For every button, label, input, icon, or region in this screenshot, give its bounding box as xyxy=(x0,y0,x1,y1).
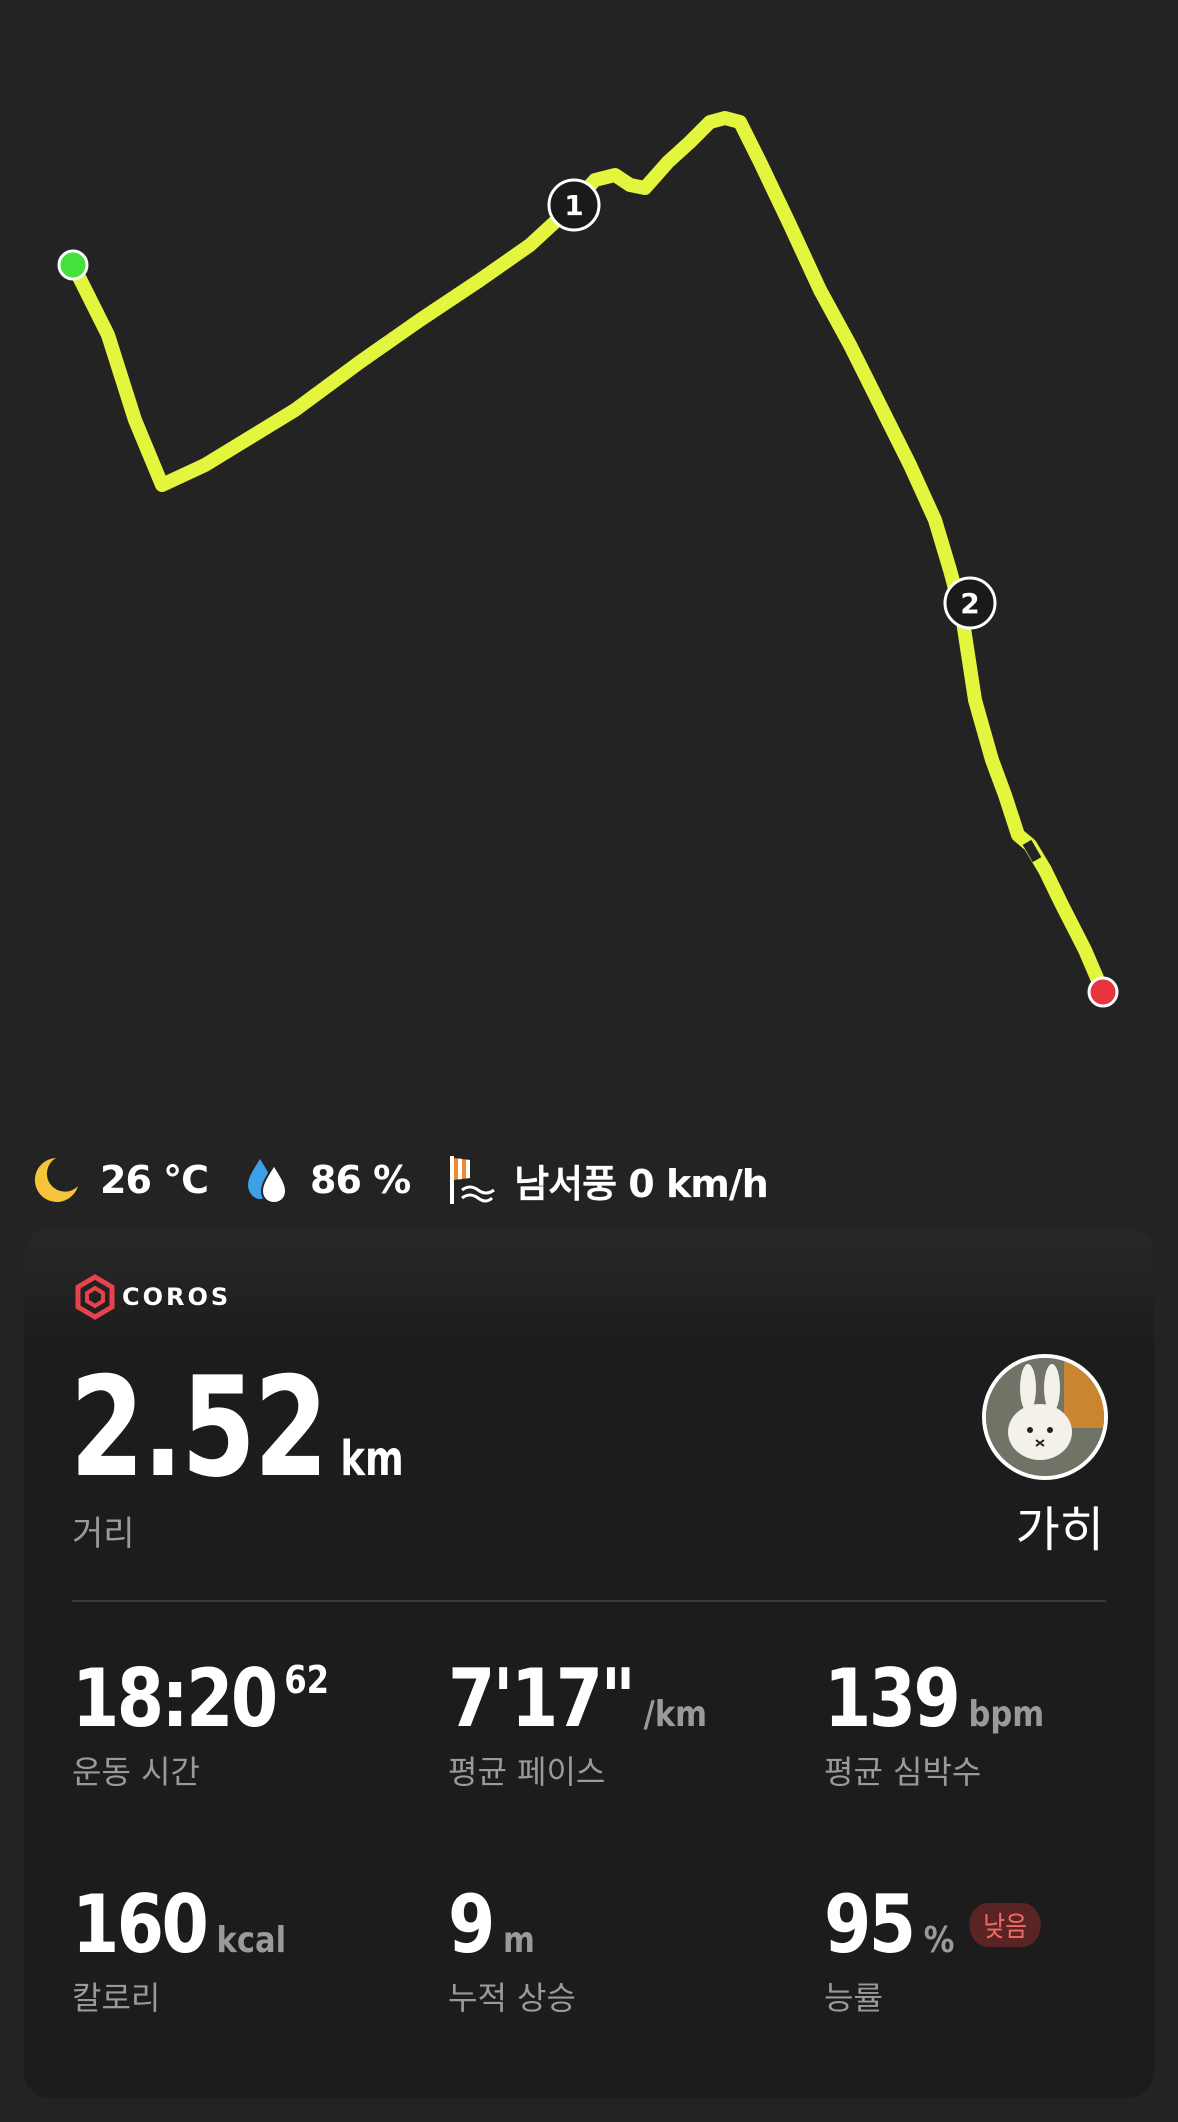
coros-hexagon-icon xyxy=(75,1274,115,1320)
stat-value-row: 139 bpm xyxy=(824,1652,1044,1745)
status-badge: 낮음 xyxy=(969,1902,1041,1947)
distance-unit: km xyxy=(340,1431,404,1487)
stat-workout-time: 18:20 62 운동 시간 xyxy=(72,1652,375,1793)
stat-avg-heart-rate: 139 bpm 평균 심박수 xyxy=(824,1652,1083,1793)
divider xyxy=(72,1600,1106,1602)
lap-marker-2-label: 2 xyxy=(960,587,979,620)
distance-value: 2.52 xyxy=(70,1347,328,1508)
stat-value-row: 7'17" /km xyxy=(448,1652,707,1745)
water-drop-icon xyxy=(246,1155,292,1205)
wind-value: 남서풍 0 km/h xyxy=(514,1161,769,1206)
end-marker[interactable] xyxy=(1087,976,1119,1008)
stat-efficiency: 95 % 낮음 능률 xyxy=(824,1878,1079,2019)
moon-icon xyxy=(26,1152,82,1208)
start-marker[interactable] xyxy=(57,249,89,281)
stat-sup: 62 xyxy=(284,1658,330,1702)
stat-label: 평균 페이스 xyxy=(448,1753,606,1791)
coros-logo-text: COROS xyxy=(122,1283,232,1311)
lap-marker-2[interactable]: 2 xyxy=(943,576,997,630)
stat-label: 운동 시간 xyxy=(72,1753,200,1791)
stat-avg-pace: 7'17" /km 평균 페이스 xyxy=(448,1652,753,1793)
route-map[interactable]: 1 2 xyxy=(0,0,1178,1120)
temperature-value: 26 °C xyxy=(100,1158,209,1202)
temperature-group: 26 °C xyxy=(26,1152,209,1208)
workout-summary-card: COROS 2.52 km 거리 가히 18:20 62 운동 시간 7'17"… xyxy=(24,1228,1154,2098)
stat-value: 7'17" xyxy=(448,1652,636,1745)
stat-value-row: 9 m xyxy=(448,1878,557,1971)
stat-value: 18:20 xyxy=(72,1652,278,1745)
stat-calories: 160 kcal 칼로리 xyxy=(72,1878,324,2019)
stat-label: 능률 xyxy=(824,1979,883,2017)
user-name: 가히 xyxy=(1015,1502,1104,1558)
stat-value: 160 xyxy=(72,1878,209,1971)
stat-value-row: 95 % 낮음 xyxy=(824,1878,1041,1971)
stat-value: 9 xyxy=(448,1878,495,1971)
stat-value-row: 18:20 62 xyxy=(72,1652,329,1745)
stat-unit: % xyxy=(923,1920,955,1961)
windsock-icon xyxy=(448,1154,496,1206)
stat-unit: bpm xyxy=(968,1694,1045,1735)
wind-group: 남서풍 0 km/h xyxy=(448,1153,769,1208)
route-line xyxy=(66,111,1110,999)
stat-unit: m xyxy=(502,1920,535,1961)
stat-elevation-gain: 9 m 누적 상승 xyxy=(448,1878,576,2019)
lap-marker-1-label: 1 xyxy=(564,189,583,222)
lap-marker-1[interactable]: 1 xyxy=(547,178,601,232)
humidity-group: 86 % xyxy=(246,1155,411,1205)
stat-label: 누적 상승 xyxy=(448,1979,576,2017)
distance-label: 거리 xyxy=(72,1514,135,1554)
stat-value: 139 xyxy=(824,1652,961,1745)
weather-row: 26 °C 86 % 남서풍 0 km/h xyxy=(26,1148,806,1212)
stat-label: 평균 심박수 xyxy=(824,1753,982,1791)
stat-unit: /km xyxy=(643,1694,708,1735)
stat-unit: kcal xyxy=(216,1920,287,1961)
stat-value: 95 xyxy=(824,1878,916,1971)
stat-value-row: 160 kcal xyxy=(72,1878,286,1971)
humidity-value: 86 % xyxy=(310,1158,411,1202)
avatar[interactable] xyxy=(982,1354,1108,1480)
stat-label: 칼로리 xyxy=(72,1979,161,2017)
distance-display: 2.52 km xyxy=(70,1358,404,1529)
coros-logo: COROS xyxy=(74,1274,231,1320)
